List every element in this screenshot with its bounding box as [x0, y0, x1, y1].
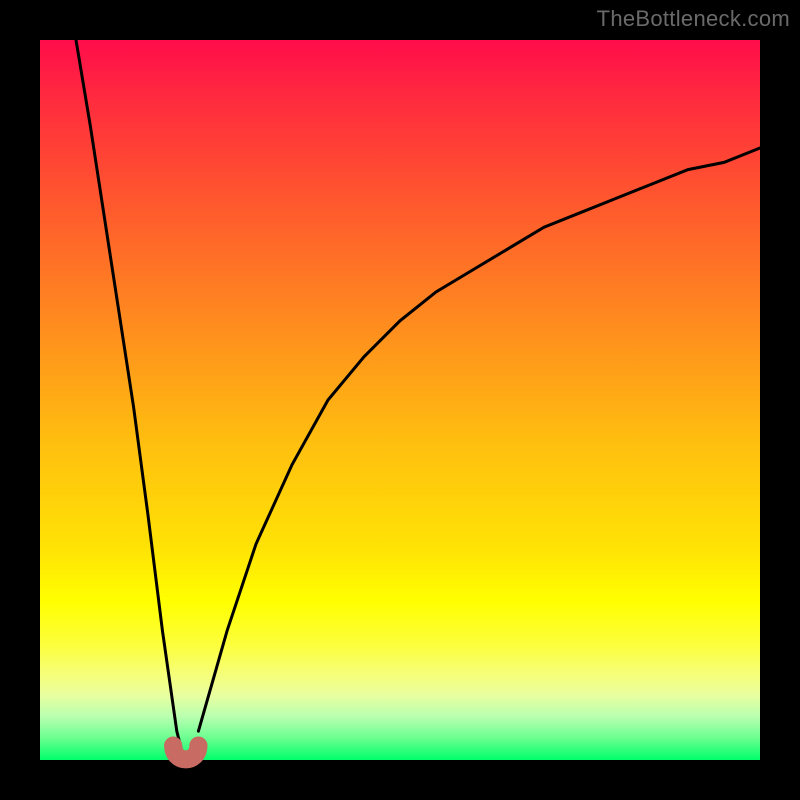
- optimum-marker-dot-left: [164, 737, 182, 755]
- curve-right-branch: [198, 148, 760, 731]
- watermark-text: TheBottleneck.com: [597, 6, 790, 32]
- optimum-marker-dot-right: [189, 737, 207, 755]
- chart-plot-area: [40, 40, 760, 760]
- curve-left-branch: [76, 40, 184, 760]
- chart-svg: [40, 40, 760, 760]
